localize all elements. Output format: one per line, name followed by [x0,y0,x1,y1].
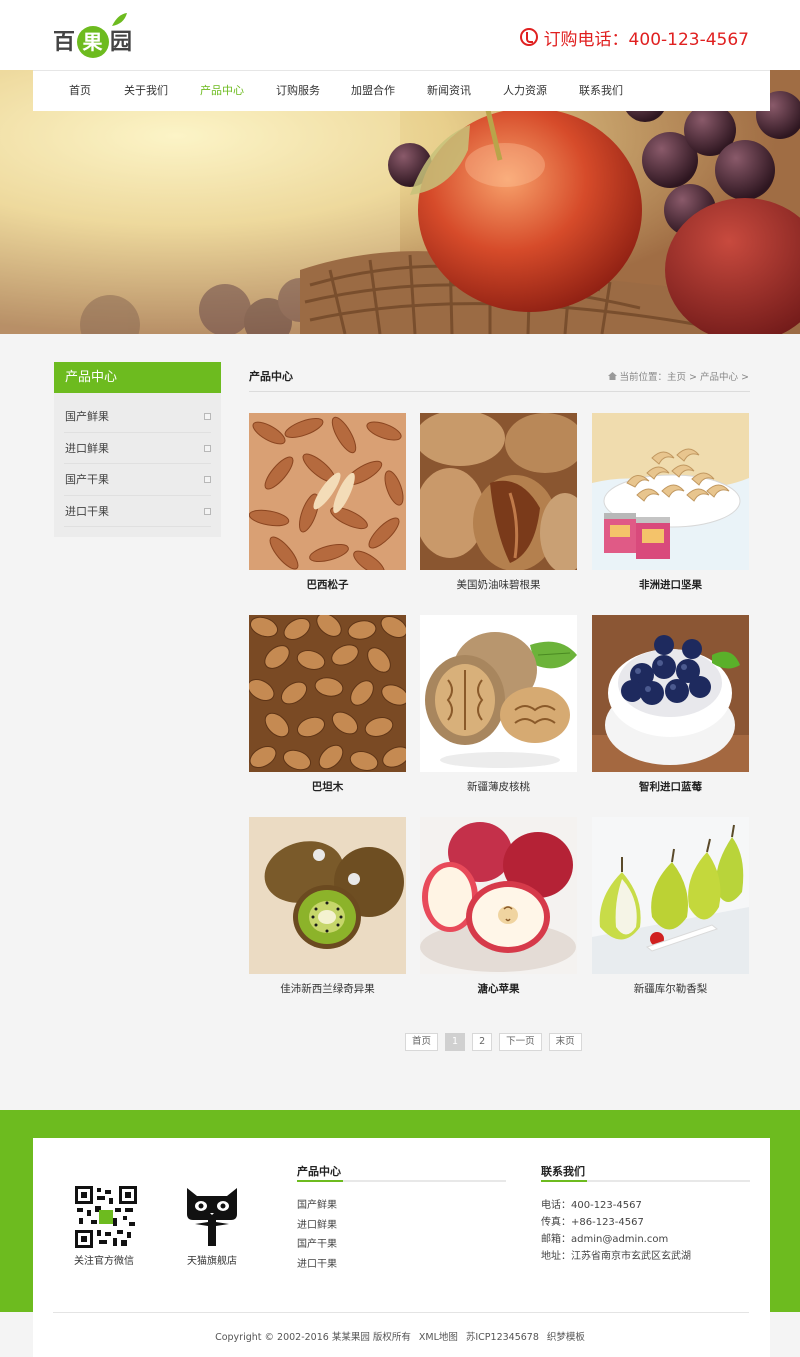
sidebar-item-label: 国产鲜果 [65,410,109,423]
nav-news[interactable]: 新闻资讯 [427,71,471,111]
footer-products-title: 产品中心 [297,1165,341,1178]
logo-char: 园 [110,30,134,55]
nav-home[interactable]: 首页 [69,71,91,111]
product-image-blueberries[interactable] [592,615,749,772]
sidebar-item-domestic-fresh[interactable]: 国产鲜果 [64,401,211,433]
nav-products[interactable]: 产品中心 [200,71,244,111]
sidebar-item-label: 进口鲜果 [65,441,109,455]
copyright-bar: Copyright © 2002-2016 某某果园 版权所有 XML地图 苏ICP… [0,1329,800,1343]
product-card[interactable]: 美国奶油味碧根果 [420,413,577,592]
hotline-text: 订购电话：400-123-4567 [543,29,749,50]
sidebar-title: 产品中心 [54,362,221,393]
pager-page-2[interactable]: 2 [472,1033,493,1051]
logo-char: 百 [53,30,77,55]
footer-divider [53,1312,749,1313]
phone-icon [519,28,538,46]
product-image-pears[interactable] [592,817,749,974]
category-sidebar: 产品中心 国产鲜果 进口鲜果 国产干果 进口干果 [54,362,221,537]
pager-first[interactable]: 首页 [405,1033,439,1051]
tmall-cat-icon[interactable] [181,1184,243,1246]
home-icon [607,372,617,380]
footer-products-underline [297,1180,506,1182]
footer-link-imported-fresh[interactable]: 进口鲜果 [297,1216,337,1231]
product-image-walnuts[interactable] [420,615,577,772]
pagination: 首页 1 2 下一页 末页 [405,1033,589,1051]
product-card[interactable]: 智利进口蓝莓 [592,615,749,794]
product-image-almonds[interactable] [249,615,406,772]
nav-order-service[interactable]: 订购服务 [276,71,320,111]
nav-about[interactable]: 关于我们 [124,71,168,111]
footer-link-domestic-fresh[interactable]: 国产鲜果 [297,1196,337,1211]
logo-wordmark: 百果园 [53,24,133,58]
sidebar-item-imported-fresh[interactable]: 进口鲜果 [64,433,211,464]
square-bullet-icon [204,476,211,483]
square-bullet-icon [204,413,211,420]
product-name[interactable]: 新疆库尔勒香梨 [592,981,749,996]
product-card[interactable]: 巴西松子 [249,413,406,592]
page-title: 产品中心 [249,370,293,383]
product-card[interactable]: 新疆库尔勒香梨 [592,817,749,996]
sidebar-item-imported-dried[interactable]: 进口干果 [64,496,211,527]
title-divider [249,391,750,392]
square-bullet-icon [204,444,211,452]
sidebar-list: 国产鲜果 进口鲜果 国产干果 进口干果 [54,393,221,527]
product-image-kiwi[interactable] [249,817,406,974]
breadcrumb-text[interactable]: 当前位置：主页 > 产品中心 > [620,369,749,383]
icp-link[interactable]: 苏ICP12345678 [466,1332,539,1343]
product-image-cashews[interactable] [592,413,749,570]
logo-char: 果 [77,26,110,58]
order-hotline: 订购电话：400-123-4567 [519,24,749,50]
product-card[interactable]: 巴坦木 [249,615,406,794]
product-card[interactable]: 新疆薄皮核桃 [420,615,577,794]
product-image-pine-nuts[interactable] [249,413,406,570]
product-card[interactable]: 非洲进口坚果 [592,413,749,592]
product-name[interactable]: 智利进口蓝莓 [592,779,749,794]
product-card[interactable]: 溏心苹果 [420,817,577,996]
sitemap-link[interactable]: XML地图 [419,1332,458,1343]
product-name[interactable]: 巴坦木 [249,779,406,794]
footer-address: 地址：江苏省南京市玄武区玄武湖 [541,1251,691,1262]
footer-fax: 传真：+86-123-4567 [541,1217,644,1228]
square-bullet-icon [204,507,211,515]
pager-last[interactable]: 末页 [548,1033,582,1051]
copyright-text: Copyright © 2002-2016 某某果园 版权所有 [215,1332,411,1343]
footer-link-domestic-dried[interactable]: 国产干果 [297,1235,337,1250]
template-link[interactable]: 织梦模板 [547,1332,585,1343]
footer-contact-underline [541,1180,750,1182]
product-name[interactable]: 美国奶油味碧根果 [420,577,577,592]
product-name[interactable]: 新疆薄皮核桃 [420,779,577,794]
header-banner: 百果园 订购电话：400-123-4567 首页 关于我们 产品中心 订购服务 … [0,0,800,334]
wechat-qr-code [75,1186,137,1248]
site-logo[interactable]: 百果园 [53,8,153,58]
product-card[interactable]: 佳沛新西兰绿奇异果 [249,817,406,996]
breadcrumb: 当前位置：主页 > 产品中心 > [607,369,749,383]
nav-franchise[interactable]: 加盟合作 [351,71,395,111]
header-bar: 百果园 订购电话：400-123-4567 首页 关于我们 产品中心 订购服务 … [33,0,770,111]
wechat-caption: 关注官方微信 [74,1256,134,1267]
product-name[interactable]: 溏心苹果 [420,981,577,996]
product-name[interactable]: 佳沛新西兰绿奇异果 [249,981,406,996]
product-name[interactable]: 巴西松子 [249,577,406,592]
product-image-apples[interactable] [420,817,577,974]
footer-link-imported-dried[interactable]: 进口干果 [297,1255,337,1270]
footer-phone: 电话：400-123-4567 [541,1200,642,1211]
pager-next[interactable]: 下一页 [499,1033,542,1051]
sidebar-item-label: 进口干果 [65,504,109,518]
nav-hr[interactable]: 人力资源 [503,71,547,111]
sidebar-item-domestic-dried[interactable]: 国产干果 [64,464,211,496]
main-nav: 首页 关于我们 产品中心 订购服务 加盟合作 新闻资讯 人力资源 联系我们 [33,70,770,111]
sidebar-item-label: 国产干果 [65,473,109,486]
pager-page-1[interactable]: 1 [445,1033,466,1051]
nav-contact[interactable]: 联系我们 [579,71,623,111]
footer-email: 邮箱：admin@admin.com [541,1234,669,1245]
product-name[interactable]: 非洲进口坚果 [592,577,749,592]
footer-contact-title: 联系我们 [541,1165,585,1178]
tmall-caption[interactable]: 天猫旗舰店 [167,1252,257,1267]
product-image-pecans[interactable] [420,413,577,570]
